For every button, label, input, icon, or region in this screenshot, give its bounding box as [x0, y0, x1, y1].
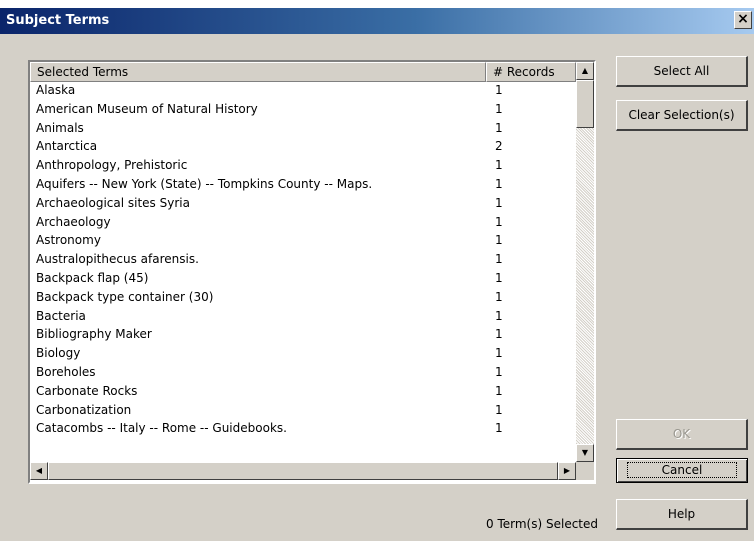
- term-label: Aquifers -- New York (State) -- Tompkins…: [36, 176, 373, 191]
- table-row[interactable]: Carbonate Rocks 1: [30, 383, 576, 402]
- table-row[interactable]: Animals 1: [30, 120, 576, 139]
- table-row[interactable]: Astronomy 1: [30, 232, 576, 251]
- help-button[interactable]: Help: [616, 499, 748, 530]
- record-count: 1: [495, 270, 503, 285]
- term-label: Backpack type container (30): [36, 289, 214, 304]
- table-row[interactable]: Catacombs -- Italy -- Rome -- Guidebooks…: [30, 420, 576, 439]
- title-bar[interactable]: Subject Terms ×: [0, 8, 754, 34]
- record-count: 1: [495, 195, 503, 210]
- record-count: 1: [495, 120, 503, 135]
- scrollbar-corner: [576, 462, 594, 480]
- record-count: 1: [495, 421, 503, 436]
- table-row[interactable]: Carbonatization 1: [30, 402, 576, 421]
- table-row[interactable]: Alaska 1: [30, 82, 576, 101]
- table-row[interactable]: Archaeology 1: [30, 214, 576, 233]
- record-count: 1: [495, 308, 503, 323]
- term-label: Archaeology: [36, 214, 111, 229]
- cancel-button-label: Cancel: [626, 462, 738, 478]
- record-count: 1: [495, 402, 503, 417]
- close-button[interactable]: ×: [734, 11, 752, 29]
- table-row[interactable]: Bibliography Maker 1: [30, 326, 576, 345]
- table-row[interactable]: Anthropology, Prehistoric 1: [30, 157, 576, 176]
- term-label: Carbonatization: [36, 402, 132, 417]
- term-label: Bacteria: [36, 308, 86, 323]
- term-label: Biology: [36, 346, 81, 361]
- term-label: Alaska: [36, 83, 76, 97]
- record-count: 2: [495, 139, 503, 154]
- selection-status: 0 Term(s) Selected: [486, 517, 598, 531]
- horizontal-scroll-thumb[interactable]: [48, 462, 558, 480]
- clear-selection-button[interactable]: Clear Selection(s): [616, 100, 748, 131]
- term-label: Boreholes: [36, 364, 96, 379]
- table-row[interactable]: American Museum of Natural History 1: [30, 101, 576, 120]
- record-count: 1: [495, 158, 503, 173]
- table-row[interactable]: Boreholes 1: [30, 364, 576, 383]
- term-label: Antarctica: [36, 139, 98, 154]
- dialog-title: Subject Terms: [6, 13, 110, 28]
- record-count: 1: [495, 176, 503, 191]
- horizontal-scrollbar[interactable]: ◀ ▶: [30, 462, 576, 480]
- vertical-scrollbar[interactable]: ▲ ▼: [576, 62, 594, 462]
- term-label: Animals: [36, 120, 84, 135]
- record-count: 1: [495, 252, 503, 267]
- table-row[interactable]: Backpack type container (30) 1: [30, 289, 576, 308]
- scroll-up-button[interactable]: ▲: [576, 62, 594, 80]
- term-label: Backpack flap (45): [36, 270, 149, 285]
- record-count: 1: [495, 346, 503, 361]
- record-count: 1: [495, 364, 503, 379]
- term-label: Australopithecus afarensis.: [36, 252, 199, 267]
- column-header-records[interactable]: # Records: [486, 62, 576, 82]
- record-count: 1: [495, 101, 503, 116]
- record-count: 1: [495, 327, 503, 342]
- vertical-scroll-thumb[interactable]: [576, 80, 594, 128]
- column-header-records-label: # Records: [493, 65, 555, 79]
- column-header-selected-terms[interactable]: Selected Terms: [30, 62, 486, 82]
- cancel-button[interactable]: Cancel: [616, 458, 748, 483]
- scroll-right-button[interactable]: ▶: [558, 462, 576, 480]
- table-row[interactable]: Aquifers -- New York (State) -- Tompkins…: [30, 176, 576, 195]
- scroll-down-button[interactable]: ▼: [576, 444, 594, 462]
- table-row[interactable]: Bacteria 1: [30, 308, 576, 327]
- term-label: Bibliography Maker: [36, 327, 152, 342]
- table-row[interactable]: Backpack flap (45) 1: [30, 270, 576, 289]
- term-label: Carbonate Rocks: [36, 383, 138, 398]
- table-row[interactable]: Biology 1: [30, 345, 576, 364]
- record-count: 1: [495, 83, 503, 97]
- record-count: 1: [495, 233, 503, 248]
- term-label: Catacombs -- Italy -- Rome -- Guidebooks…: [36, 421, 287, 436]
- terms-rows: Alaska 1 American Museum of Natural Histor…: [30, 82, 576, 458]
- scroll-left-button[interactable]: ◀: [30, 462, 48, 480]
- record-count: 1: [495, 383, 503, 398]
- term-label: Anthropology, Prehistoric: [36, 158, 188, 173]
- term-label: American Museum of Natural History: [36, 101, 258, 116]
- term-label: Archaeological sites Syria: [36, 195, 190, 210]
- term-label: Astronomy: [36, 233, 101, 248]
- table-row[interactable]: Archaeological sites Syria 1: [30, 195, 576, 214]
- terms-listview[interactable]: Selected Terms # Records Alaska 1 American…: [28, 60, 596, 484]
- table-row[interactable]: Antarctica 2: [30, 138, 576, 157]
- select-all-button[interactable]: Select All: [616, 56, 748, 87]
- record-count: 1: [495, 289, 503, 304]
- list-header: Selected Terms # Records: [30, 62, 576, 82]
- table-row[interactable]: Australopithecus afarensis. 1: [30, 251, 576, 270]
- ok-button[interactable]: OK: [616, 419, 748, 450]
- record-count: 1: [495, 214, 503, 229]
- subject-terms-dialog: Subject Terms × Selected Terms # Records…: [0, 8, 754, 541]
